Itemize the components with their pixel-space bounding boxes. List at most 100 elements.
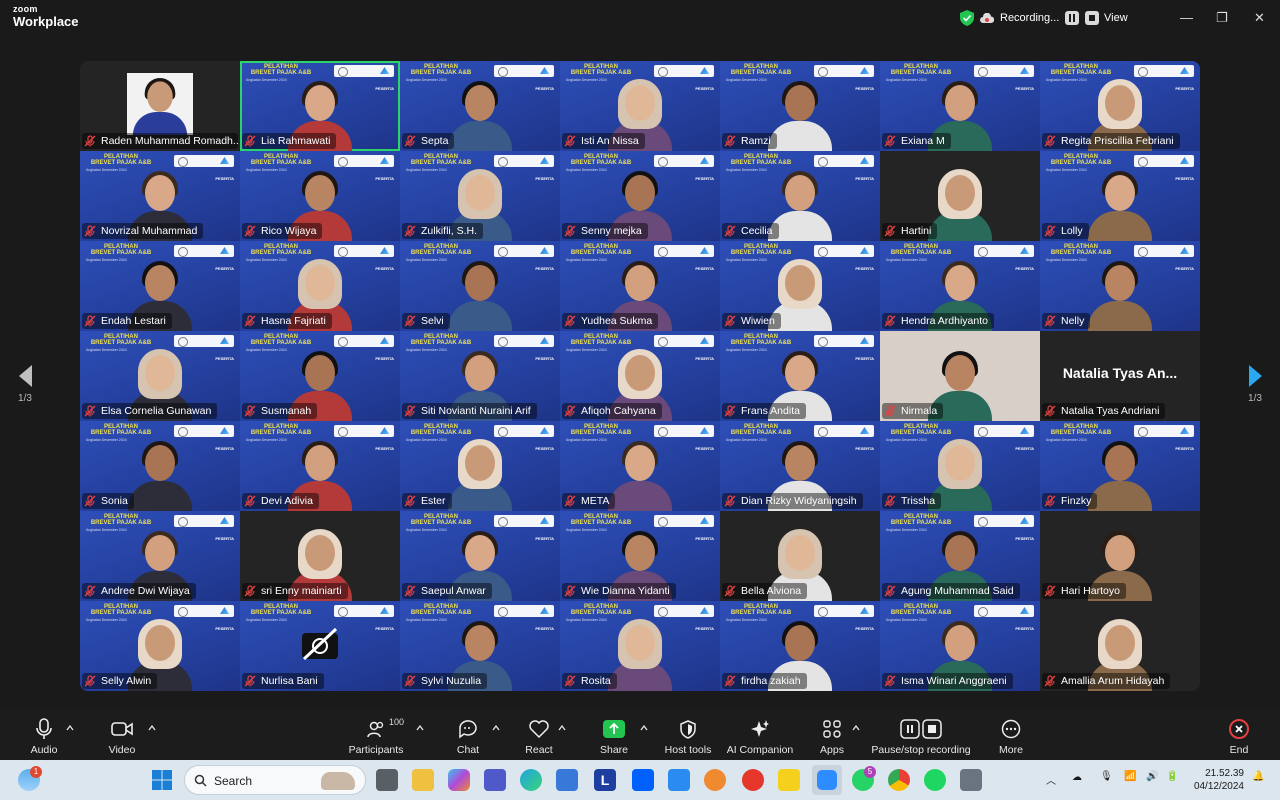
participant-tile[interactable]: PELATIHAN BREVET PAJAK A&B Angkatan Desemb… bbox=[880, 601, 1040, 691]
participant-tile[interactable]: PELATIHAN BREVET PAJAK A&B Angkatan Desemb… bbox=[560, 61, 720, 151]
apps-button[interactable]: Apps bbox=[787, 718, 877, 756]
participant-name-label: Andree Dwi Wijaya bbox=[82, 583, 196, 599]
sticky-notes-icon[interactable] bbox=[778, 769, 800, 791]
participant-tile[interactable]: PELATIHAN BREVET PAJAK A&B Angkatan Desemb… bbox=[80, 241, 240, 331]
minimize-icon[interactable]: — bbox=[1180, 10, 1193, 25]
participant-tile[interactable]: PELATIHAN BREVET PAJAK A&B Angkatan Desemb… bbox=[400, 511, 560, 601]
participant-tile[interactable]: PELATIHAN BREVET PAJAK A&B Angkatan Desemb… bbox=[560, 601, 720, 691]
participant-tile[interactable]: PELATIHAN BREVET PAJAK A&B Angkatan Desemb… bbox=[240, 61, 400, 151]
video-options-caret-icon[interactable] bbox=[148, 724, 156, 732]
microphone-tray-icon[interactable]: 🎙 bbox=[1100, 771, 1113, 782]
participant-tile[interactable]: PELATIHAN BREVET PAJAK A&B Angkatan Desemb… bbox=[720, 151, 880, 241]
task-view-icon[interactable] bbox=[376, 769, 398, 791]
participant-tile[interactable]: PELATIHAN BREVET PAJAK A&B Angkatan Desemb… bbox=[400, 151, 560, 241]
stop-recording-button[interactable] bbox=[1085, 11, 1100, 25]
participant-tile[interactable]: PELATIHAN BREVET PAJAK A&B Angkatan Desemb… bbox=[240, 421, 400, 511]
participant-tile[interactable]: PELATIHAN BREVET PAJAK A&B Angkatan Desemb… bbox=[560, 151, 720, 241]
pause-stop-recording-button[interactable]: Pause/stop recording bbox=[871, 718, 971, 756]
battery-icon[interactable]: 🔋 bbox=[1166, 771, 1178, 782]
participant-tile[interactable]: PELATIHAN BREVET PAJAK A&B Angkatan Desemb… bbox=[880, 241, 1040, 331]
participant-tile[interactable]: PELATIHAN BREVET PAJAK A&B Angkatan Desemb… bbox=[400, 331, 560, 421]
participant-tile[interactable]: PELATIHAN BREVET PAJAK A&B Angkatan Desemb… bbox=[720, 421, 880, 511]
zoom-taskbar-active-icon[interactable] bbox=[812, 765, 842, 795]
apps-options-caret-icon[interactable] bbox=[852, 724, 860, 732]
participant-tile[interactable]: PELATIHAN BREVET PAJAK A&B Angkatan Desemb… bbox=[80, 331, 240, 421]
participant-tile[interactable]: PELATIHAN BREVET PAJAK A&B Angkatan Desemb… bbox=[880, 511, 1040, 601]
previous-page-control[interactable]: 1/3 bbox=[10, 365, 40, 404]
participant-tile[interactable]: PELATIHAN BREVET PAJAK A&B Angkatan Desemb… bbox=[400, 421, 560, 511]
edge-icon[interactable] bbox=[520, 769, 542, 791]
next-page-arrow-icon[interactable] bbox=[1248, 365, 1262, 387]
participant-tile[interactable]: PELATIHAN BREVET PAJAK A&B Angkatan Desemb… bbox=[80, 421, 240, 511]
participant-tile[interactable]: PELATIHAN BREVET PAJAK A&B Angkatan Desemb… bbox=[720, 331, 880, 421]
participant-tile[interactable]: Raden Muhammad Romadh... bbox=[80, 61, 240, 151]
security-shield-icon[interactable] bbox=[960, 10, 974, 26]
participant-tile[interactable]: PELATIHAN BREVET PAJAK A&B Angkatan Desemb… bbox=[240, 331, 400, 421]
participant-tile[interactable]: PELATIHAN BREVET PAJAK A&B Angkatan Desemb… bbox=[1040, 241, 1200, 331]
file-explorer-icon[interactable] bbox=[412, 769, 434, 791]
previous-page-arrow-icon[interactable] bbox=[18, 365, 32, 387]
spotify-icon[interactable] bbox=[924, 769, 946, 791]
pause-recording-button[interactable] bbox=[1065, 11, 1080, 25]
notification-bell-icon[interactable]: 🔔 bbox=[1252, 771, 1264, 782]
microsoft-store-icon[interactable] bbox=[556, 769, 578, 791]
participant-tile[interactable]: Natalia Tyas An... Natalia Tyas Andriani bbox=[1040, 331, 1200, 421]
view-button[interactable]: View bbox=[1104, 12, 1128, 24]
participant-tile[interactable]: PELATIHAN BREVET PAJAK A&B Angkatan Desemb… bbox=[1040, 61, 1200, 151]
end-meeting-button[interactable]: End bbox=[1194, 718, 1280, 756]
wps-office-icon[interactable] bbox=[742, 769, 764, 791]
dropbox-icon[interactable] bbox=[632, 769, 654, 791]
taskbar-search[interactable]: Search bbox=[184, 765, 366, 795]
wifi-icon[interactable]: 📶 bbox=[1124, 771, 1136, 782]
participant-tile[interactable]: sri Enny mainiarti bbox=[240, 511, 400, 601]
react-options-caret-icon[interactable] bbox=[558, 724, 566, 732]
participant-tile[interactable]: PELATIHAN BREVET PAJAK A&B Angkatan Desemb… bbox=[720, 601, 880, 691]
audio-button[interactable]: Audio bbox=[0, 718, 89, 756]
app-orange-icon[interactable] bbox=[704, 769, 726, 791]
participant-tile[interactable]: Hari Hartoyo bbox=[1040, 511, 1200, 601]
participant-tile[interactable]: PELATIHAN BREVET PAJAK A&B Angkatan Desemb… bbox=[80, 151, 240, 241]
participant-tile[interactable]: PELATIHAN BREVET PAJAK A&B Angkatan Desemb… bbox=[720, 61, 880, 151]
participant-tile[interactable]: PELATIHAN BREVET PAJAK A&B Angkatan Desemb… bbox=[880, 61, 1040, 151]
participants-button[interactable]: 100 Participants bbox=[331, 717, 421, 756]
windows-start-icon[interactable] bbox=[151, 769, 173, 791]
participant-tile[interactable]: Bella Alviona bbox=[720, 511, 880, 601]
onedrive-cloud-icon[interactable]: ☁ bbox=[1072, 772, 1082, 783]
participant-tile[interactable]: PELATIHAN BREVET PAJAK A&B Angkatan Desemb… bbox=[400, 241, 560, 331]
participant-tile[interactable]: PELATIHAN BREVET PAJAK A&B Angkatan Desemb… bbox=[240, 151, 400, 241]
participant-tile[interactable]: PELATIHAN BREVET PAJAK A&B Angkatan Desemb… bbox=[560, 421, 720, 511]
more-button[interactable]: More bbox=[966, 718, 1056, 756]
participant-tile[interactable]: PELATIHAN BREVET PAJAK A&B Angkatan Desemb… bbox=[400, 61, 560, 151]
l-app-icon[interactable]: L bbox=[594, 769, 616, 791]
participant-tile[interactable]: Hartini bbox=[880, 151, 1040, 241]
banner-peserta-label: PESERTA bbox=[695, 626, 714, 631]
participant-tile[interactable]: PELATIHAN BREVET PAJAK A&B Angkatan Desemb… bbox=[1040, 151, 1200, 241]
audio-options-caret-icon[interactable] bbox=[66, 724, 74, 732]
copilot-icon[interactable] bbox=[448, 769, 470, 791]
teams-icon[interactable] bbox=[484, 769, 506, 791]
system-clock[interactable]: 21.52.39 04/12/2024 bbox=[1188, 767, 1244, 793]
participant-name-label: Zulkifli, S.H. bbox=[402, 223, 484, 239]
participant-tile[interactable]: Nirmala bbox=[880, 331, 1040, 421]
maximize-icon[interactable]: ❐ bbox=[1216, 10, 1228, 26]
participant-tile[interactable]: PELATIHAN BREVET PAJAK A&B Angkatan Desemb… bbox=[560, 331, 720, 421]
participant-name-label: Elsa Cornelia Gunawan bbox=[82, 403, 218, 419]
participant-tile[interactable]: PELATIHAN BREVET PAJAK A&B Angkatan Desemb… bbox=[720, 241, 880, 331]
participant-tile[interactable]: PELATIHAN BREVET PAJAK A&B Angkatan Desemb… bbox=[560, 241, 720, 331]
participant-tile[interactable]: PELATIHAN BREVET PAJAK A&B Angkatan Desemb… bbox=[880, 421, 1040, 511]
calculator-icon[interactable] bbox=[960, 769, 982, 791]
participant-tile[interactable]: PELATIHAN BREVET PAJAK A&B Angkatan Desemb… bbox=[240, 241, 400, 331]
todo-icon[interactable] bbox=[668, 769, 690, 791]
participant-tile[interactable]: PELATIHAN BREVET PAJAK A&B Angkatan Desemb… bbox=[80, 511, 240, 601]
participant-tile[interactable]: PELATIHAN BREVET PAJAK A&B Angkatan Desemb… bbox=[80, 601, 240, 691]
participant-tile[interactable]: PELATIHAN BREVET PAJAK A&B Angkatan Desemb… bbox=[400, 601, 560, 691]
participant-tile[interactable]: PELATIHAN BREVET PAJAK A&B Angkatan Desemb… bbox=[1040, 421, 1200, 511]
close-icon[interactable]: ✕ bbox=[1254, 10, 1265, 26]
show-hidden-icons-chevron-icon[interactable]: ︿ bbox=[1046, 772, 1056, 787]
volume-icon[interactable]: 🔊 bbox=[1146, 771, 1158, 782]
participant-tile[interactable]: PELATIHAN BREVET PAJAK A&B Angkatan Desemb… bbox=[240, 601, 400, 691]
next-page-control[interactable]: 1/3 bbox=[1240, 365, 1270, 404]
participant-tile[interactable]: PELATIHAN BREVET PAJAK A&B Angkatan Desemb… bbox=[560, 511, 720, 601]
participant-tile[interactable]: Amallia Arum Hidayah bbox=[1040, 601, 1200, 691]
chrome-icon[interactable] bbox=[888, 769, 910, 791]
